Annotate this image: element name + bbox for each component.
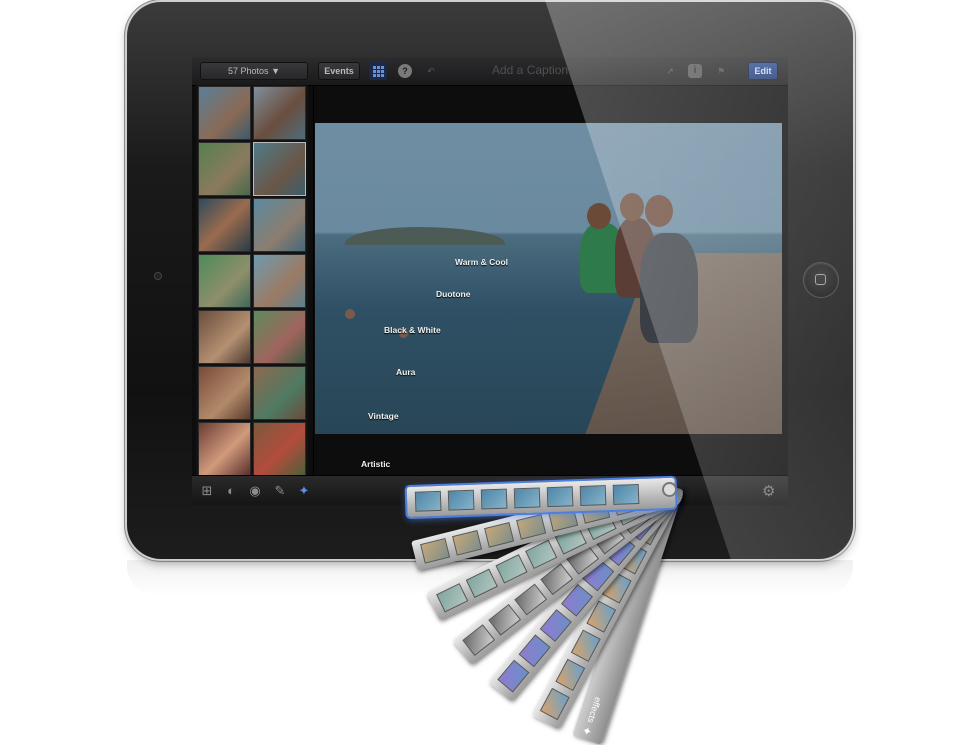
- effect-preview-frame: [518, 634, 551, 668]
- thumbnail[interactable]: [198, 198, 251, 252]
- effect-label-warm-cool[interactable]: Warm & Cool: [455, 257, 508, 267]
- gear-icon[interactable]: ⚙: [762, 482, 775, 500]
- effect-preview-frame: [436, 583, 469, 613]
- effect-preview-frame: [480, 488, 508, 510]
- effect-preview-frame: [612, 483, 640, 505]
- thumbnail[interactable]: [198, 422, 251, 476]
- home-button-icon: [815, 274, 826, 285]
- photo-head: [645, 195, 673, 227]
- effects-panel-title: effects: [585, 695, 604, 725]
- effect-preview-frame: [570, 629, 601, 662]
- effect-preview-frame: [497, 659, 530, 693]
- effect-preview-frame: [488, 603, 522, 636]
- effect-preview-frame: [546, 486, 574, 508]
- effect-label-artistic[interactable]: Artistic: [361, 459, 390, 469]
- effect-preview-frame: [484, 522, 515, 548]
- thumbnail[interactable]: [198, 254, 251, 308]
- thumbnail[interactable]: [198, 366, 251, 420]
- exposure-icon[interactable]: ◐: [223, 483, 239, 499]
- color-palette-icon[interactable]: ◉: [247, 483, 263, 499]
- flag-icon[interactable]: ⚑: [713, 62, 729, 80]
- edit-button[interactable]: Edit: [748, 62, 778, 80]
- effect-preview-frame: [513, 487, 541, 509]
- effect-label-vintage[interactable]: Vintage: [368, 411, 399, 421]
- thumbnail[interactable]: [253, 254, 306, 308]
- main-photo[interactable]: [315, 123, 782, 434]
- effect-preview-frame: [516, 514, 547, 540]
- thumbnail[interactable]: [253, 86, 306, 140]
- events-button[interactable]: Events: [318, 62, 360, 80]
- effect-preview-frame: [539, 609, 572, 642]
- effect-preview-frame: [539, 687, 570, 721]
- thumbnail-grid: [196, 85, 308, 476]
- iphoto-screen: 57 Photos ▼ Events ? ↶ Add a Caption ↗ i…: [192, 57, 788, 505]
- share-icon[interactable]: ↗: [662, 62, 678, 80]
- thumbnail[interactable]: [198, 86, 251, 140]
- help-icon[interactable]: ?: [398, 64, 412, 78]
- effect-preview-frame: [525, 539, 558, 570]
- caption-field[interactable]: Add a Caption: [492, 63, 662, 77]
- sidebar-divider: [313, 85, 314, 475]
- effect-label-aura[interactable]: Aura: [396, 367, 415, 377]
- effect-preview-frame: [465, 568, 498, 598]
- brushes-icon[interactable]: ✎: [272, 483, 288, 499]
- fan-pivot: [664, 484, 675, 495]
- thumbnail[interactable]: [198, 310, 251, 364]
- effect-preview-frame: [414, 490, 442, 512]
- effect-preview-frame: [514, 583, 548, 616]
- photo-head: [620, 193, 644, 221]
- effects-sparkle-icon[interactable]: ✦: [296, 483, 312, 499]
- thumbnail[interactable]: [253, 198, 306, 252]
- thumbnail[interactable]: [198, 142, 251, 196]
- crop-icon[interactable]: ⊞: [199, 483, 215, 499]
- effect-preview-frame: [579, 485, 607, 507]
- grid-icon[interactable]: [369, 62, 387, 80]
- front-camera: [154, 272, 162, 280]
- photo-island: [345, 227, 505, 245]
- photo-count-label: 57 Photos: [228, 66, 269, 76]
- photo-person: [640, 233, 698, 343]
- thumbnail-selected[interactable]: [253, 142, 306, 196]
- photo-swimmer: [345, 309, 355, 319]
- home-button[interactable]: [804, 263, 838, 297]
- triangle-down-icon: ▼: [271, 66, 280, 76]
- info-icon[interactable]: i: [688, 64, 702, 78]
- effect-preview-frame: [447, 489, 475, 511]
- thumbnail[interactable]: [253, 366, 306, 420]
- effect-preview-frame: [555, 658, 586, 692]
- effect-preview-frame: [420, 537, 451, 564]
- photo-head: [587, 203, 611, 229]
- effect-label-black-white[interactable]: Black & White: [384, 325, 441, 335]
- album-photos-button[interactable]: 57 Photos ▼: [200, 62, 308, 80]
- thumbnail[interactable]: [253, 422, 306, 476]
- thumbnail[interactable]: [253, 310, 306, 364]
- sparkle-icon: ✦: [579, 724, 596, 739]
- undo-icon[interactable]: ↶: [424, 62, 438, 80]
- effect-preview-frame: [462, 624, 496, 657]
- top-toolbar: 57 Photos ▼ Events ? ↶ Add a Caption ↗ i…: [192, 57, 788, 86]
- effect-preview-frame: [495, 554, 528, 584]
- effect-label-duotone[interactable]: Duotone: [436, 289, 470, 299]
- effect-preview-frame: [452, 529, 483, 556]
